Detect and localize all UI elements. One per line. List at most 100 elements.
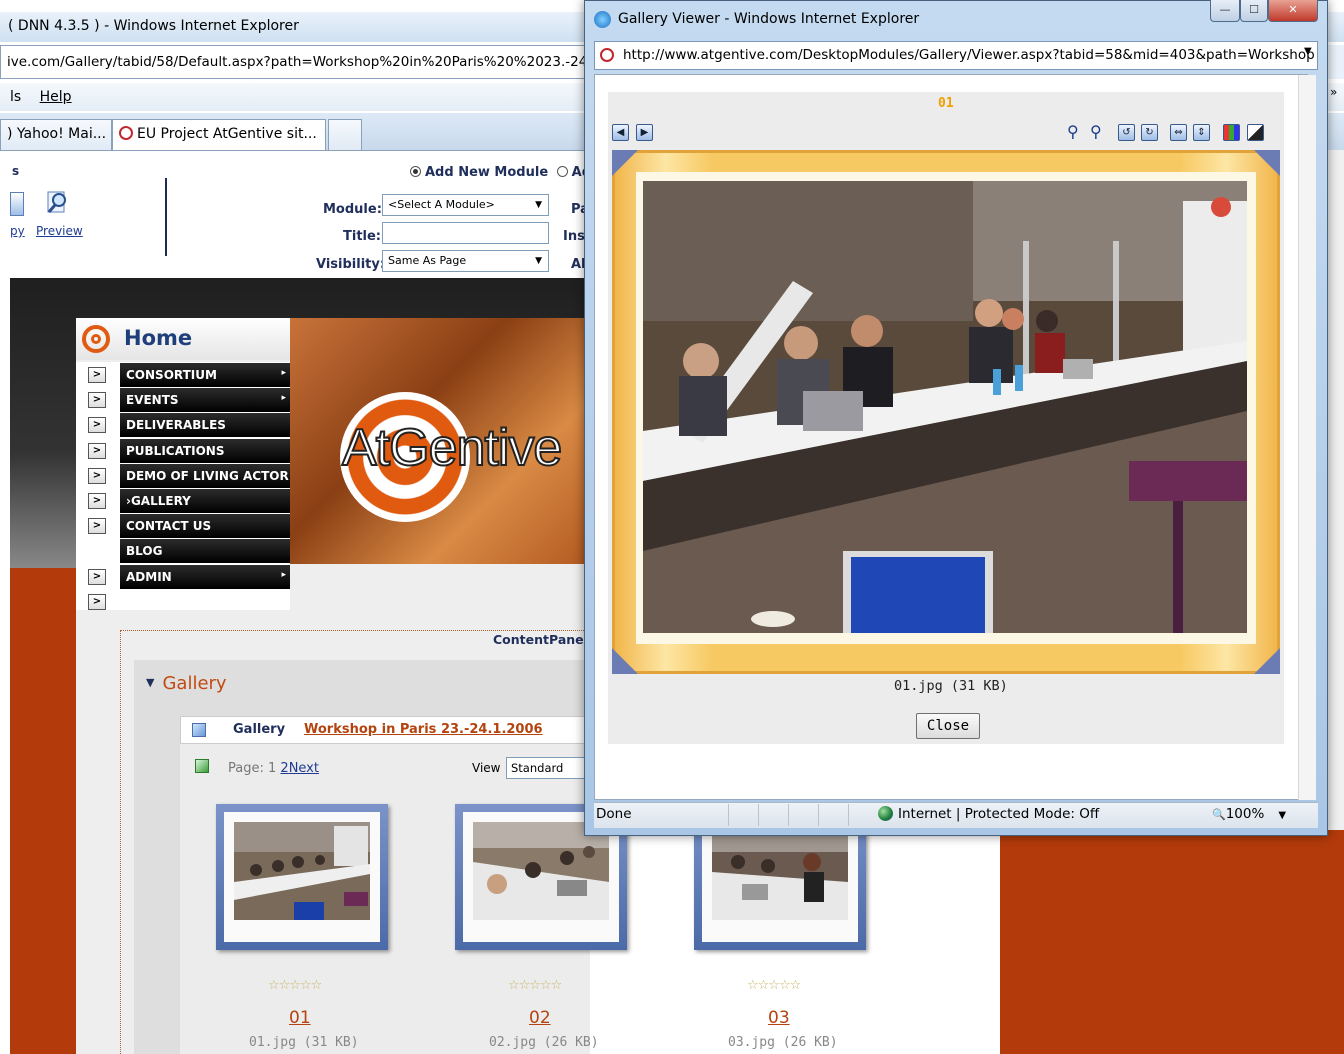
previous-image-icon[interactable]: ◀ — [612, 124, 629, 141]
grayscale-filter-icon[interactable] — [1247, 124, 1264, 141]
maximize-button[interactable]: ☐ — [1240, 0, 1268, 22]
background-window-title: ( DNN 4.3.5 ) - Windows Internet Explore… — [8, 18, 299, 34]
expand-arrow-icon[interactable]: > — [88, 367, 106, 383]
rating-stars-03[interactable]: ☆☆☆☆☆ — [747, 978, 801, 993]
visibility-select[interactable]: Same As Page ▼ — [382, 250, 549, 272]
nav-item[interactable]: DELIVERABLES — [120, 413, 290, 438]
minimize-button[interactable]: — — [1210, 0, 1240, 22]
nav-item[interactable]: EVENTS ▸ — [120, 388, 290, 413]
nav-item[interactable]: BLOG — [120, 539, 290, 564]
popup-address-text: http://www.atgentive.com/DesktopModules/… — [623, 47, 1318, 63]
menu-tools[interactable]: ls — [10, 89, 21, 105]
close-viewer-button[interactable]: Close — [916, 713, 980, 739]
new-tab-button[interactable] — [328, 119, 362, 150]
preview-link[interactable]: Preview — [36, 224, 83, 238]
nav-row: BLOG — [88, 539, 290, 564]
menu-help[interactable]: Help — [40, 89, 72, 105]
status-divider — [818, 804, 819, 826]
title-input[interactable] — [382, 222, 549, 244]
close-window-button[interactable]: ✕ — [1268, 0, 1318, 22]
control-panel-heading-fragment: s — [12, 164, 20, 178]
copy-page-link[interactable]: py — [10, 224, 25, 238]
status-divider — [728, 804, 729, 826]
visibility-label: Visibility: — [316, 257, 386, 272]
atgentive-favicon-icon — [600, 48, 614, 62]
title-label: Title: — [343, 229, 382, 244]
nav-item-label: CONSORTIUM — [126, 368, 217, 382]
preview-magnifier-icon[interactable] — [44, 190, 70, 216]
popup-scrollbar[interactable] — [1298, 75, 1316, 800]
tab-yahoo-mail[interactable]: ) Yahoo! Mai... — [0, 119, 112, 150]
tab-close-icon[interactable]: ✕ — [323, 126, 325, 142]
image-file-caption: 01.jpg (31 KB) — [894, 678, 1008, 694]
rating-stars-01[interactable]: ☆☆☆☆☆ — [268, 978, 322, 993]
nav-row: > DEMO OF LIVING ACTOR — [88, 463, 290, 488]
next-image-icon[interactable]: ▶ — [636, 124, 653, 141]
thumbnail-03-link[interactable]: 03 — [768, 1008, 790, 1028]
nav-item[interactable]: DEMO OF LIVING ACTOR — [120, 463, 290, 488]
album-link[interactable]: Workshop in Paris 23.-24.1.2006 — [304, 722, 543, 737]
submenu-arrow-icon: ▸ — [281, 393, 286, 404]
expand-arrow-icon[interactable]: > — [88, 417, 106, 434]
gallery-heading[interactable]: ▼ Gallery — [146, 673, 227, 694]
view-select[interactable]: Standard — [506, 757, 590, 779]
expand-arrow-icon[interactable]: > — [88, 593, 106, 610]
rotate-right-icon[interactable]: ↻ — [1141, 124, 1158, 141]
page-2-link[interactable]: 2 — [280, 761, 288, 776]
expand-arrow-icon[interactable]: > — [88, 568, 106, 585]
security-zone[interactable]: Internet | Protected Mode: Off — [878, 806, 1099, 822]
tab-atgentive-label: EU Project AtGentive sit... — [137, 126, 317, 142]
collapse-triangle-icon[interactable]: ▼ — [146, 676, 154, 689]
add-existing-module-radio[interactable] — [556, 166, 568, 177]
nav-item[interactable]: PUBLICATIONS — [120, 438, 290, 463]
color-filter-icon[interactable] — [1223, 124, 1240, 141]
expand-arrow-icon[interactable]: > — [88, 518, 106, 535]
rotate-left-icon[interactable]: ↺ — [1118, 124, 1135, 141]
window-controls: — ☐ ✕ — [1210, 0, 1322, 24]
nav-item[interactable]: ›GALLERY — [120, 489, 290, 513]
module-select[interactable]: <Select A Module> ▼ — [382, 194, 549, 216]
nav-row: > ›GALLERY — [88, 489, 290, 513]
add-new-module-option[interactable]: Add New Module Add — [410, 165, 600, 180]
refresh-icon[interactable] — [195, 759, 209, 773]
gallery-module-title: Gallery — [233, 722, 286, 737]
copy-page-icon[interactable] — [10, 192, 24, 216]
nav-item-label: EVENTS — [126, 393, 179, 408]
overflow-chevron-icon[interactable]: » — [1330, 85, 1337, 99]
zoom-dropdown-icon[interactable]: ▼ — [1278, 810, 1286, 821]
zoom-out-icon[interactable]: ⚲ — [1067, 122, 1079, 141]
tab-atgentive[interactable]: EU Project AtGentive sit... ✕ — [112, 119, 326, 150]
status-divider — [788, 804, 789, 826]
expand-arrow-icon[interactable]: > — [88, 493, 106, 509]
thumbnail-03-photo[interactable] — [712, 822, 848, 920]
nav-row: > CONSORTIUM ▸ — [88, 363, 290, 387]
thumbnail-02-link[interactable]: 02 — [529, 1008, 551, 1028]
add-new-module-radio[interactable] — [410, 166, 421, 177]
nav-item[interactable]: CONSORTIUM ▸ — [120, 363, 290, 387]
flip-vertical-icon[interactable]: ⇕ — [1193, 124, 1210, 141]
background-scrollbar[interactable] — [1326, 150, 1344, 830]
module-label: Module: — [323, 202, 382, 217]
thumbnail-01-link[interactable]: 01 — [289, 1008, 311, 1028]
thumbnail-02-photo[interactable] — [473, 822, 609, 920]
thumbnail-01-photo[interactable] — [234, 822, 370, 920]
thumbnail-01[interactable] — [216, 804, 388, 950]
expand-arrow-icon[interactable]: > — [88, 442, 106, 459]
zoom-in-icon[interactable]: ⚲ — [1090, 122, 1102, 141]
rating-stars-02[interactable]: ☆☆☆☆☆ — [508, 978, 562, 993]
gallery-image-icon — [192, 723, 206, 737]
popup-address-bar[interactable]: http://www.atgentive.com/DesktopModules/… — [594, 41, 1318, 70]
expand-arrow-icon[interactable]: > — [88, 392, 106, 409]
submenu-arrow-icon: ▸ — [281, 569, 286, 580]
next-page-link[interactable]: Next — [289, 761, 319, 776]
status-divider — [758, 804, 759, 826]
address-dropdown-icon[interactable]: ▼ — [1304, 46, 1312, 57]
zoom-control[interactable]: 🔍100% ▼ — [1212, 806, 1286, 822]
tab-yahoo-label: ) Yahoo! Mai... — [7, 126, 107, 142]
background-address-bar[interactable]: ive.com/Gallery/tabid/58/Default.aspx?pa… — [0, 45, 600, 79]
flip-horizontal-icon[interactable]: ⇔ — [1170, 124, 1187, 141]
expand-arrow-icon[interactable]: > — [88, 467, 106, 484]
nav-item[interactable]: CONTACT US — [120, 514, 290, 539]
nav-item[interactable]: ADMIN ▸ — [120, 564, 290, 589]
popup-title: Gallery Viewer - Windows Internet Explor… — [618, 11, 920, 27]
